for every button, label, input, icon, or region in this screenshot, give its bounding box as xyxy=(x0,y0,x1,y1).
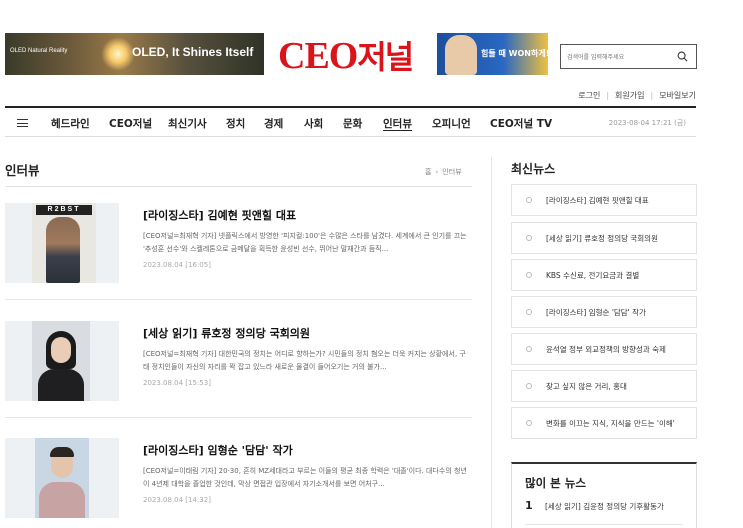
latest-news-label: KBS 수신료, 전기요금과 결별 xyxy=(546,271,640,280)
main-nav: 헤드라인 CEO저널 최신기사 정치 경제 사회 문화 인터뷰 오피니언 CEO… xyxy=(5,106,696,137)
article-title[interactable]: [라이징스타] 임형순 '담담' 작가 xyxy=(143,442,293,458)
article-title[interactable]: [라이징스타] 김예현 핏앤힐 대표 xyxy=(143,207,296,223)
logo-latin: CEO xyxy=(278,35,358,77)
latest-news-item[interactable]: 찾고 싶지 않은 거리, 홍대 xyxy=(511,370,697,402)
popular-news-title: 많이 본 뉴스 xyxy=(525,476,586,490)
divider: | xyxy=(606,91,610,100)
divider xyxy=(5,186,472,187)
nav-item-politics[interactable]: 정치 xyxy=(226,116,245,131)
latest-news-item[interactable]: [세상 읽기] 류호정 정의당 국회의원 xyxy=(511,222,697,254)
article-thumbnail[interactable] xyxy=(5,321,119,401)
latest-news-item[interactable]: KBS 수신료, 전기요금과 결별 xyxy=(511,259,697,291)
article-title[interactable]: [세상 읽기] 류호정 정의당 국회의원 xyxy=(143,325,310,341)
latest-news-item[interactable]: 변화를 이끄는 지식, 지식을 만드는 '이해' xyxy=(511,407,697,439)
article-summary[interactable]: [CEO저널=최재혁 기자] 넷플릭스에서 방영한 '피지컬:100'은 수많은… xyxy=(143,230,470,256)
mobile-view-link[interactable]: 모바일보기 xyxy=(659,90,696,101)
nav-item-latest[interactable]: 최신기사 xyxy=(168,116,207,131)
divider xyxy=(5,299,472,300)
person-hair xyxy=(50,447,74,457)
bullet-icon xyxy=(526,420,532,426)
latest-news-label: [라이징스타] 김예현 핏앤힐 대표 xyxy=(546,196,649,205)
latest-news-label: 윤석열 정부 외교정책의 방향성과 숙제 xyxy=(546,345,666,354)
search-input[interactable] xyxy=(567,50,677,64)
article-time: 2023.08.04 [15:53] xyxy=(143,379,211,387)
article-summary[interactable]: [CEO저널=이태림 기자] 20·30, 흔히 MZ세대라고 부르는 이들의 … xyxy=(143,465,470,491)
banner-ad-left[interactable]: OLED Natural Reality OLED, It Shines Its… xyxy=(5,33,264,75)
latest-news-item[interactable]: [라이징스타] 임형순 '담담' 작가 xyxy=(511,296,697,328)
ad-left-small-text: OLED Natural Reality xyxy=(10,48,68,54)
nav-item-economy[interactable]: 경제 xyxy=(264,116,283,131)
article-time: 2023.08.04 [16:05] xyxy=(143,261,211,269)
popular-news-box: 많이 본 뉴스 1 [세상 읽기] 김윤정 정의당 기후활동가 xyxy=(511,462,697,528)
ad-right-text: 힘들 때 WON하게! xyxy=(481,49,548,58)
current-date: 2023-08-04 17:21 (금) xyxy=(608,119,686,127)
latest-news-item[interactable]: [라이징스타] 김예현 핏앤힐 대표 xyxy=(511,184,697,216)
sunset-graphic xyxy=(101,37,135,71)
bullet-icon xyxy=(526,383,532,389)
signup-link[interactable]: 회원가입 xyxy=(615,90,644,101)
latest-news-item[interactable]: 윤석열 정부 외교정책의 방향성과 숙제 xyxy=(511,333,697,365)
nav-item-headline[interactable]: 헤드라인 xyxy=(51,116,90,131)
utility-links: 로그인 | 회원가입 | 모바일보기 xyxy=(578,90,696,101)
chevron-right-icon: › xyxy=(435,168,439,176)
bullet-icon xyxy=(526,272,532,278)
divider: | xyxy=(650,91,654,100)
person-photo xyxy=(35,438,89,518)
person-face xyxy=(51,337,71,363)
hamburger-menu-icon[interactable] xyxy=(17,119,28,127)
latest-news-label: [세상 읽기] 류호정 정의당 국회의원 xyxy=(546,234,658,243)
latest-news-label: 찾고 싶지 않은 거리, 홍대 xyxy=(546,382,627,391)
ad-left-headline: OLED, It Shines Itself xyxy=(132,45,254,59)
banner-ad-right[interactable]: 힘들 때 WON하게! xyxy=(437,33,548,75)
bullet-icon xyxy=(526,346,532,352)
person-shirt xyxy=(39,482,85,518)
popular-rank: 1 xyxy=(525,499,533,512)
nav-item-society[interactable]: 사회 xyxy=(304,116,323,131)
article-thumbnail[interactable]: R2BST xyxy=(5,203,119,283)
divider xyxy=(5,417,472,418)
search-box xyxy=(560,44,697,69)
nav-item-interview[interactable]: 인터뷰 xyxy=(383,116,412,131)
divider xyxy=(525,524,683,525)
thumbnail-brand-text: R2BST xyxy=(36,205,92,215)
nav-item-ceojournal[interactable]: CEO저널 xyxy=(109,116,152,131)
latest-news-label: 변화를 이끄는 지식, 지식을 만드는 '이해' xyxy=(546,419,675,428)
login-link[interactable]: 로그인 xyxy=(578,90,600,101)
nav-item-opinion[interactable]: 오피니언 xyxy=(432,116,471,131)
person-photo: R2BST xyxy=(32,203,96,283)
article-summary[interactable]: [CEO저널=최재혁 기자] 대한민국의 정치는 어디로 향하는가? 시민들의 … xyxy=(143,348,470,374)
column-divider xyxy=(491,157,492,528)
breadcrumb-home[interactable]: 홈 xyxy=(425,168,431,176)
breadcrumb: 홈 › 인터뷰 xyxy=(425,167,462,177)
page-title: 인터뷰 xyxy=(5,163,40,178)
ad-person-image xyxy=(445,35,477,75)
bullet-icon xyxy=(526,197,532,203)
latest-news-title: 최신뉴스 xyxy=(511,162,556,176)
article-thumbnail[interactable] xyxy=(5,438,119,518)
latest-news-label: [라이징스타] 임형순 '담담' 작가 xyxy=(546,308,646,317)
bullet-icon xyxy=(526,235,532,241)
logo-korean: 저널 xyxy=(357,38,414,76)
nav-item-culture[interactable]: 문화 xyxy=(343,116,362,131)
person-photo xyxy=(32,321,90,401)
breadcrumb-current[interactable]: 인터뷰 xyxy=(442,168,461,176)
site-logo[interactable]: CEO저널 xyxy=(278,34,414,78)
search-icon[interactable] xyxy=(677,51,688,62)
popular-news-label[interactable]: [세상 읽기] 김윤정 정의당 기후활동가 xyxy=(545,501,664,512)
nav-item-ceojournal-tv[interactable]: CEO저널 TV xyxy=(490,116,552,131)
bullet-icon xyxy=(526,309,532,315)
person-suit xyxy=(38,369,84,401)
article-time: 2023.08.04 [14:32] xyxy=(143,496,211,504)
person-figure xyxy=(46,217,80,283)
site-header: OLED Natural Reality OLED, It Shines Its… xyxy=(0,0,743,88)
